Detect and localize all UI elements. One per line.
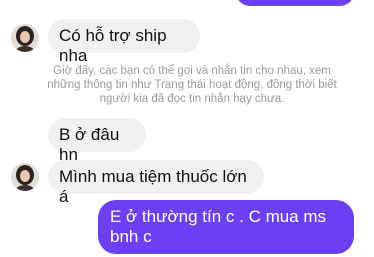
contact-avatar[interactable]	[11, 24, 39, 52]
avatar-icon	[11, 163, 39, 191]
message-bubble[interactable]: Mình mua tiệm thuốc lớn á	[48, 160, 264, 206]
message-text: Có hỗ trợ ship nha	[59, 26, 167, 65]
contact-avatar[interactable]	[11, 163, 39, 191]
message-bubble[interactable]: B ở đâu hn	[48, 118, 146, 164]
message-text: B ở đâu hn	[59, 125, 120, 164]
avatar-icon	[11, 24, 39, 52]
outgoing-message-bubble[interactable]: E ở thường tín c . C mua ms bnh c	[98, 200, 354, 254]
message-text: E ở thường tín c . C mua ms bnh c	[110, 207, 327, 246]
chat-notice: Giờ đây, các bạn có thể gọi và nhắn tin …	[47, 65, 337, 105]
message-bubble[interactable]: Có hỗ trợ ship nha	[48, 19, 200, 65]
previous-outgoing-message	[236, 0, 354, 6]
